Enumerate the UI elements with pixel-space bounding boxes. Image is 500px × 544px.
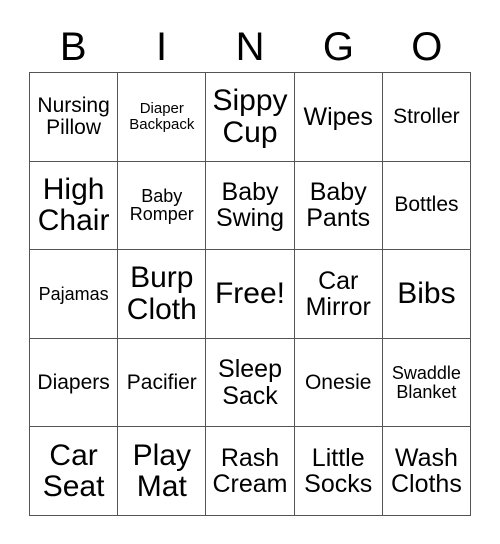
- bingo-cell-label: Bibs: [397, 277, 456, 311]
- bingo-cell[interactable]: Baby Swing: [206, 161, 295, 251]
- bingo-cell-label: Sippy Cup: [212, 84, 288, 149]
- bingo-cell[interactable]: Diapers: [30, 338, 119, 428]
- bingo-cell-label: Bottles: [394, 193, 459, 217]
- bingo-cell[interactable]: Onesie: [294, 338, 383, 428]
- bingo-row: Nursing Pillow Diaper Backpack Sippy Cup Wi…: [30, 73, 472, 162]
- bingo-cell-label: Baby Romper: [129, 185, 194, 225]
- bingo-header-row: BINGO: [29, 22, 471, 72]
- bingo-cell-label: Play Mat: [132, 438, 191, 504]
- bingo-cell-label: Burp Cloth: [126, 261, 197, 326]
- bingo-header-letter-b: B: [59, 25, 87, 69]
- bingo-cell[interactable]: Play Mat: [118, 427, 207, 516]
- bingo-cell[interactable]: Bibs: [382, 250, 472, 339]
- bingo-cell-label: Rash Cream: [212, 443, 288, 499]
- bingo-header-letter-i: I: [156, 25, 168, 69]
- bingo-cell-label: Swaddle Blanket: [391, 362, 461, 402]
- bingo-cell[interactable]: Diaper Backpack: [118, 73, 207, 162]
- bingo-cell[interactable]: Car Mirror: [294, 250, 383, 339]
- bingo-cell-label: High Chair: [37, 172, 110, 238]
- bingo-cell-label: Pajamas: [38, 283, 109, 304]
- bingo-cell[interactable]: Stroller: [382, 73, 472, 162]
- bingo-cell[interactable]: Pacifier: [118, 338, 207, 428]
- bingo-cell[interactable]: Little Socks: [294, 427, 383, 516]
- bingo-cell[interactable]: Baby Romper: [118, 161, 207, 251]
- bingo-cell-label: Baby Pants: [306, 178, 371, 233]
- bingo-cell[interactable]: Burp Cloth: [118, 250, 207, 339]
- bingo-card: B I N G O Nursing Pillow Diaper Backpack Sippy…: [0, 0, 500, 544]
- bingo-cell[interactable]: Bottles: [382, 161, 472, 251]
- bingo-cell-label: Stroller: [393, 104, 460, 128]
- bingo-cell-label: Little Socks: [304, 443, 373, 499]
- bingo-cell-label: Nursing Pillow: [37, 93, 110, 139]
- bingo-cell-label: Wash Cloths: [390, 443, 462, 499]
- bingo-cell-label: Onesie: [304, 370, 372, 394]
- bingo-free-space[interactable]: Free!: [206, 250, 295, 339]
- bingo-grid: Nursing Pillow Diaper Backpack Sippy Cup Wi…: [29, 72, 472, 516]
- bingo-cell[interactable]: Nursing Pillow: [30, 73, 119, 162]
- bingo-cell[interactable]: Swaddle Blanket: [382, 338, 472, 428]
- bingo-cell[interactable]: Wipes: [294, 73, 383, 162]
- bingo-row: Diapers Pacifier Sleep Sack Onesie Swaddle B…: [30, 338, 472, 428]
- bingo-cell-label: Baby Swing: [215, 178, 285, 233]
- bingo-cell-label: Car Seat: [42, 438, 105, 504]
- bingo-row: Car Seat Play Mat Rash Cream Little Socks Wa…: [30, 427, 472, 516]
- bingo-cell[interactable]: Sippy Cup: [206, 73, 295, 162]
- bingo-cell-label: Diapers: [37, 370, 110, 394]
- bingo-cell[interactable]: Baby Pants: [294, 161, 383, 251]
- bingo-cell-label: Sleep Sack: [218, 355, 282, 410]
- bingo-header-letter-o: O: [411, 25, 443, 69]
- bingo-cell[interactable]: Sleep Sack: [206, 338, 295, 428]
- bingo-cell[interactable]: Rash Cream: [206, 427, 295, 516]
- bingo-cell[interactable]: Pajamas: [30, 250, 119, 339]
- bingo-cell-label: Pacifier: [126, 370, 197, 394]
- bingo-cell-label: Car Mirror: [305, 266, 371, 321]
- bingo-cell-label: Wipes: [303, 102, 373, 131]
- bingo-cell[interactable]: Wash Cloths: [382, 427, 472, 516]
- bingo-cell-label: Diaper Backpack: [129, 100, 195, 133]
- bingo-cell[interactable]: Car Seat: [30, 427, 119, 516]
- bingo-row: High Chair Baby Romper Baby Swing Baby Pant…: [30, 161, 472, 251]
- bingo-cell-label: Free!: [214, 277, 286, 311]
- bingo-header-letter-g: G: [322, 25, 354, 69]
- bingo-row: Pajamas Burp Cloth Free! Car Mirror Bibs: [30, 250, 472, 339]
- bingo-header-letter-n: N: [235, 25, 265, 69]
- bingo-cell[interactable]: High Chair: [30, 161, 119, 251]
